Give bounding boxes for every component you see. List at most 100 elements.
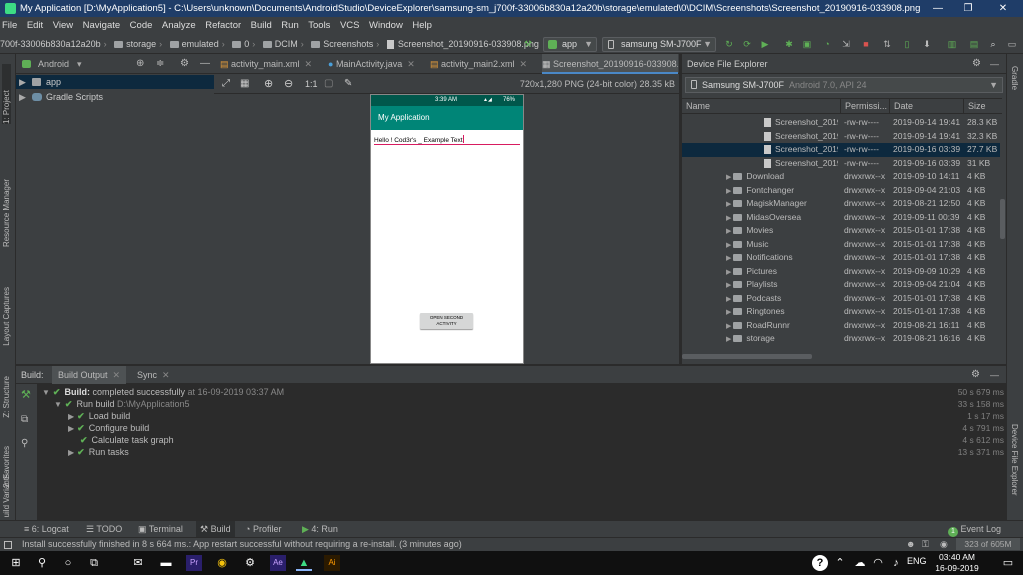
app-icon[interactable]: ⚙ bbox=[242, 555, 258, 571]
lock-icon[interactable]: ⚿ bbox=[922, 538, 929, 551]
folder-row[interactable]: ▶ Music drwxrwx--x 2015-01-01 17:38 4 KB bbox=[682, 238, 1000, 252]
status-toggle-icon[interactable] bbox=[4, 541, 12, 549]
notifications-icon[interactable]: ▭ bbox=[1000, 555, 1016, 571]
sync-gradle-icon[interactable]: ⇅ bbox=[880, 37, 894, 51]
clock[interactable]: 03:40 AM 16-09-2019 bbox=[932, 552, 982, 574]
premiere-icon[interactable]: Pr bbox=[186, 555, 202, 571]
gear-icon[interactable]: ⚙ bbox=[180, 54, 189, 74]
folder-row[interactable]: ▶ Podcasts drwxrwx--x 2015-01-01 17:38 4 KB bbox=[682, 292, 1000, 306]
build-row-run-build[interactable]: ▼ ✔ Run build D:\MyApplication5 bbox=[54, 398, 190, 410]
chessboard-icon[interactable]: ▢ bbox=[324, 74, 333, 94]
breadcrumb-item[interactable]: Screenshot_20190916-033908.png bbox=[386, 34, 539, 54]
tab-gradle[interactable]: Gradle bbox=[1010, 66, 1019, 90]
folder-row[interactable]: ▶ Playlists drwxrwx--x 2019-09-04 21:04 4 K… bbox=[682, 278, 1000, 292]
profile-icon[interactable]: ◔ bbox=[820, 37, 834, 51]
language-indicator[interactable]: ENG bbox=[907, 556, 927, 566]
project-view-select[interactable]: Android bbox=[38, 54, 69, 74]
hide-icon[interactable]: — bbox=[200, 54, 210, 74]
attach-debugger-icon[interactable]: ⇲ bbox=[839, 37, 853, 51]
tab-terminal[interactable]: ▣ Terminal bbox=[138, 521, 183, 537]
chevron-right-icon[interactable]: ▶ bbox=[726, 174, 733, 181]
locate-icon[interactable]: ⊕ bbox=[136, 54, 144, 74]
chevron-right-icon[interactable]: ▶ bbox=[726, 201, 733, 208]
tab-build-variants[interactable]: uild Variants bbox=[2, 474, 11, 517]
tab-run[interactable]: ▶ 4: Run bbox=[302, 521, 338, 537]
chevron-down-icon[interactable]: ▼ bbox=[54, 400, 62, 409]
close-icon[interactable]: ✕ bbox=[520, 59, 528, 69]
chevron-down-icon[interactable]: ▾ bbox=[77, 54, 82, 74]
menu-code[interactable]: Code bbox=[130, 20, 153, 31]
close-icon[interactable]: ✕ bbox=[162, 370, 170, 380]
mail-icon[interactable]: ✉ bbox=[130, 555, 146, 571]
device-manager-icon[interactable]: ▤ bbox=[967, 37, 981, 51]
file-row[interactable]: Screenshot_2019 -rw-rw---- 2019-09-16 03:3… bbox=[682, 157, 1000, 171]
chrome-icon[interactable]: ◉ bbox=[214, 555, 230, 571]
hammer-icon[interactable]: ⚒ bbox=[21, 388, 31, 401]
chevron-right-icon[interactable]: ▶ bbox=[726, 309, 733, 316]
folder-row[interactable]: ▶ RoadRunnr drwxrwx--x 2019-08-21 16:11 4 K… bbox=[682, 319, 1000, 333]
event-icon[interactable]: ◉ bbox=[940, 538, 948, 551]
folder-row[interactable]: ▶ Ringtones drwxrwx--x 2015-01-01 17:38 4 K… bbox=[682, 305, 1000, 319]
chevron-right-icon[interactable]: ▶ bbox=[726, 255, 733, 262]
actual-size-button[interactable]: 1:1 bbox=[305, 74, 318, 94]
build-row-calculate-task-graph[interactable]: ✔ Calculate task graph bbox=[80, 434, 174, 446]
tab-activity-main-xml[interactable]: ▤ activity_main.xml ✕ bbox=[220, 54, 326, 74]
breadcrumb-item[interactable]: 700f-33006b830a12a20b › bbox=[0, 34, 110, 54]
column-name[interactable]: Name bbox=[686, 99, 710, 114]
cortana-icon[interactable]: ○ bbox=[60, 555, 76, 571]
stop-icon[interactable]: ■ bbox=[859, 37, 873, 51]
tab-screenshot-png[interactable]: ▦ Screenshot_20190916-033908.png bbox=[542, 54, 678, 74]
chevron-right-icon[interactable]: ▶ bbox=[726, 215, 733, 222]
close-icon[interactable]: ✕ bbox=[113, 370, 121, 380]
wifi-icon[interactable]: ◠ bbox=[870, 555, 886, 571]
tab-todo[interactable]: ☰ TODO bbox=[86, 521, 122, 537]
folder-row[interactable]: ▶ Fontchanger drwxrwx--x 2019-09-04 21:03 4… bbox=[682, 184, 1000, 198]
tab-layout-captures[interactable]: Layout Captures bbox=[2, 287, 11, 346]
folder-row[interactable]: ▶ MidasOversea drwxrwx--x 2019-09-11 00:39… bbox=[682, 211, 1000, 225]
sdk-manager-icon[interactable]: ⬇ bbox=[920, 37, 934, 51]
memory-indicator[interactable]: 323 of 605M bbox=[956, 538, 1020, 550]
apply-changes-icon[interactable]: ↻ bbox=[722, 37, 736, 51]
folder-row[interactable]: ▶ Movies drwxrwx--x 2015-01-01 17:38 4 KB bbox=[682, 224, 1000, 238]
task-view-icon[interactable]: ⧉ bbox=[86, 555, 102, 571]
menu-view[interactable]: View bbox=[53, 20, 73, 31]
chevron-right-icon[interactable]: ▶ bbox=[726, 323, 733, 330]
chevron-right-icon[interactable]: ▶ bbox=[726, 282, 733, 289]
windows-start-icon[interactable]: ⊞ bbox=[8, 555, 24, 571]
file-explorer-icon[interactable]: ▬ bbox=[158, 555, 174, 571]
tab-build[interactable]: ⚒ Build bbox=[196, 521, 235, 537]
gear-icon[interactable]: ⚙ bbox=[972, 54, 981, 74]
hide-icon[interactable]: — bbox=[990, 54, 999, 74]
debug-icon[interactable]: ✱ bbox=[782, 37, 796, 51]
tab-structure[interactable]: Z: Structure bbox=[2, 376, 11, 418]
pin-icon[interactable]: ⚲ bbox=[21, 438, 28, 449]
tree-item-gradle-scripts[interactable]: ▶ Gradle Scripts bbox=[16, 90, 214, 104]
face-icon[interactable]: ☻ bbox=[906, 538, 915, 551]
illustrator-icon[interactable]: Ai bbox=[324, 555, 340, 571]
tab-profiler[interactable]: ◔ Profiler bbox=[245, 521, 281, 537]
toggle-view-icon[interactable]: ⧉ bbox=[21, 414, 28, 425]
show-hidden-icons[interactable]: ⌃ bbox=[832, 555, 848, 571]
menu-build[interactable]: Build bbox=[251, 20, 272, 31]
chevron-right-icon[interactable]: ▶ bbox=[19, 90, 26, 104]
file-row[interactable]: Screenshot_2019 -rw-rw---- 2019-09-16 03:3… bbox=[682, 143, 1000, 157]
cloud-icon[interactable]: ☁ bbox=[852, 555, 868, 571]
chevron-right-icon[interactable]: ▶ bbox=[68, 412, 74, 421]
chevron-right-icon[interactable]: ▶ bbox=[19, 75, 26, 89]
hide-icon[interactable]: — bbox=[990, 366, 999, 384]
folder-row[interactable]: ▶ Pictures drwxrwx--x 2019-09-09 10:29 4 KB bbox=[682, 265, 1000, 279]
zoom-to-fit-icon[interactable]: ⤢ bbox=[222, 74, 230, 94]
menu-edit[interactable]: Edit bbox=[27, 20, 43, 31]
help-icon[interactable]: ? bbox=[812, 555, 828, 571]
hammer-icon[interactable]: ⚒ bbox=[521, 37, 535, 51]
android-studio-taskbar-icon[interactable]: ▲ bbox=[296, 555, 312, 571]
breadcrumb-item[interactable]: Screenshots › bbox=[311, 34, 382, 54]
avd-manager-icon[interactable]: ▯ bbox=[900, 37, 914, 51]
close-button[interactable]: ✕ bbox=[988, 0, 1018, 17]
menu-navigate[interactable]: Navigate bbox=[83, 20, 121, 31]
restore-button[interactable]: ❐ bbox=[953, 0, 983, 17]
chevron-right-icon[interactable]: ▶ bbox=[726, 336, 733, 343]
chevron-right-icon[interactable]: ▶ bbox=[726, 269, 733, 276]
column-permissions[interactable]: Permissi... bbox=[840, 99, 890, 114]
run-icon[interactable]: ▶ bbox=[758, 37, 772, 51]
